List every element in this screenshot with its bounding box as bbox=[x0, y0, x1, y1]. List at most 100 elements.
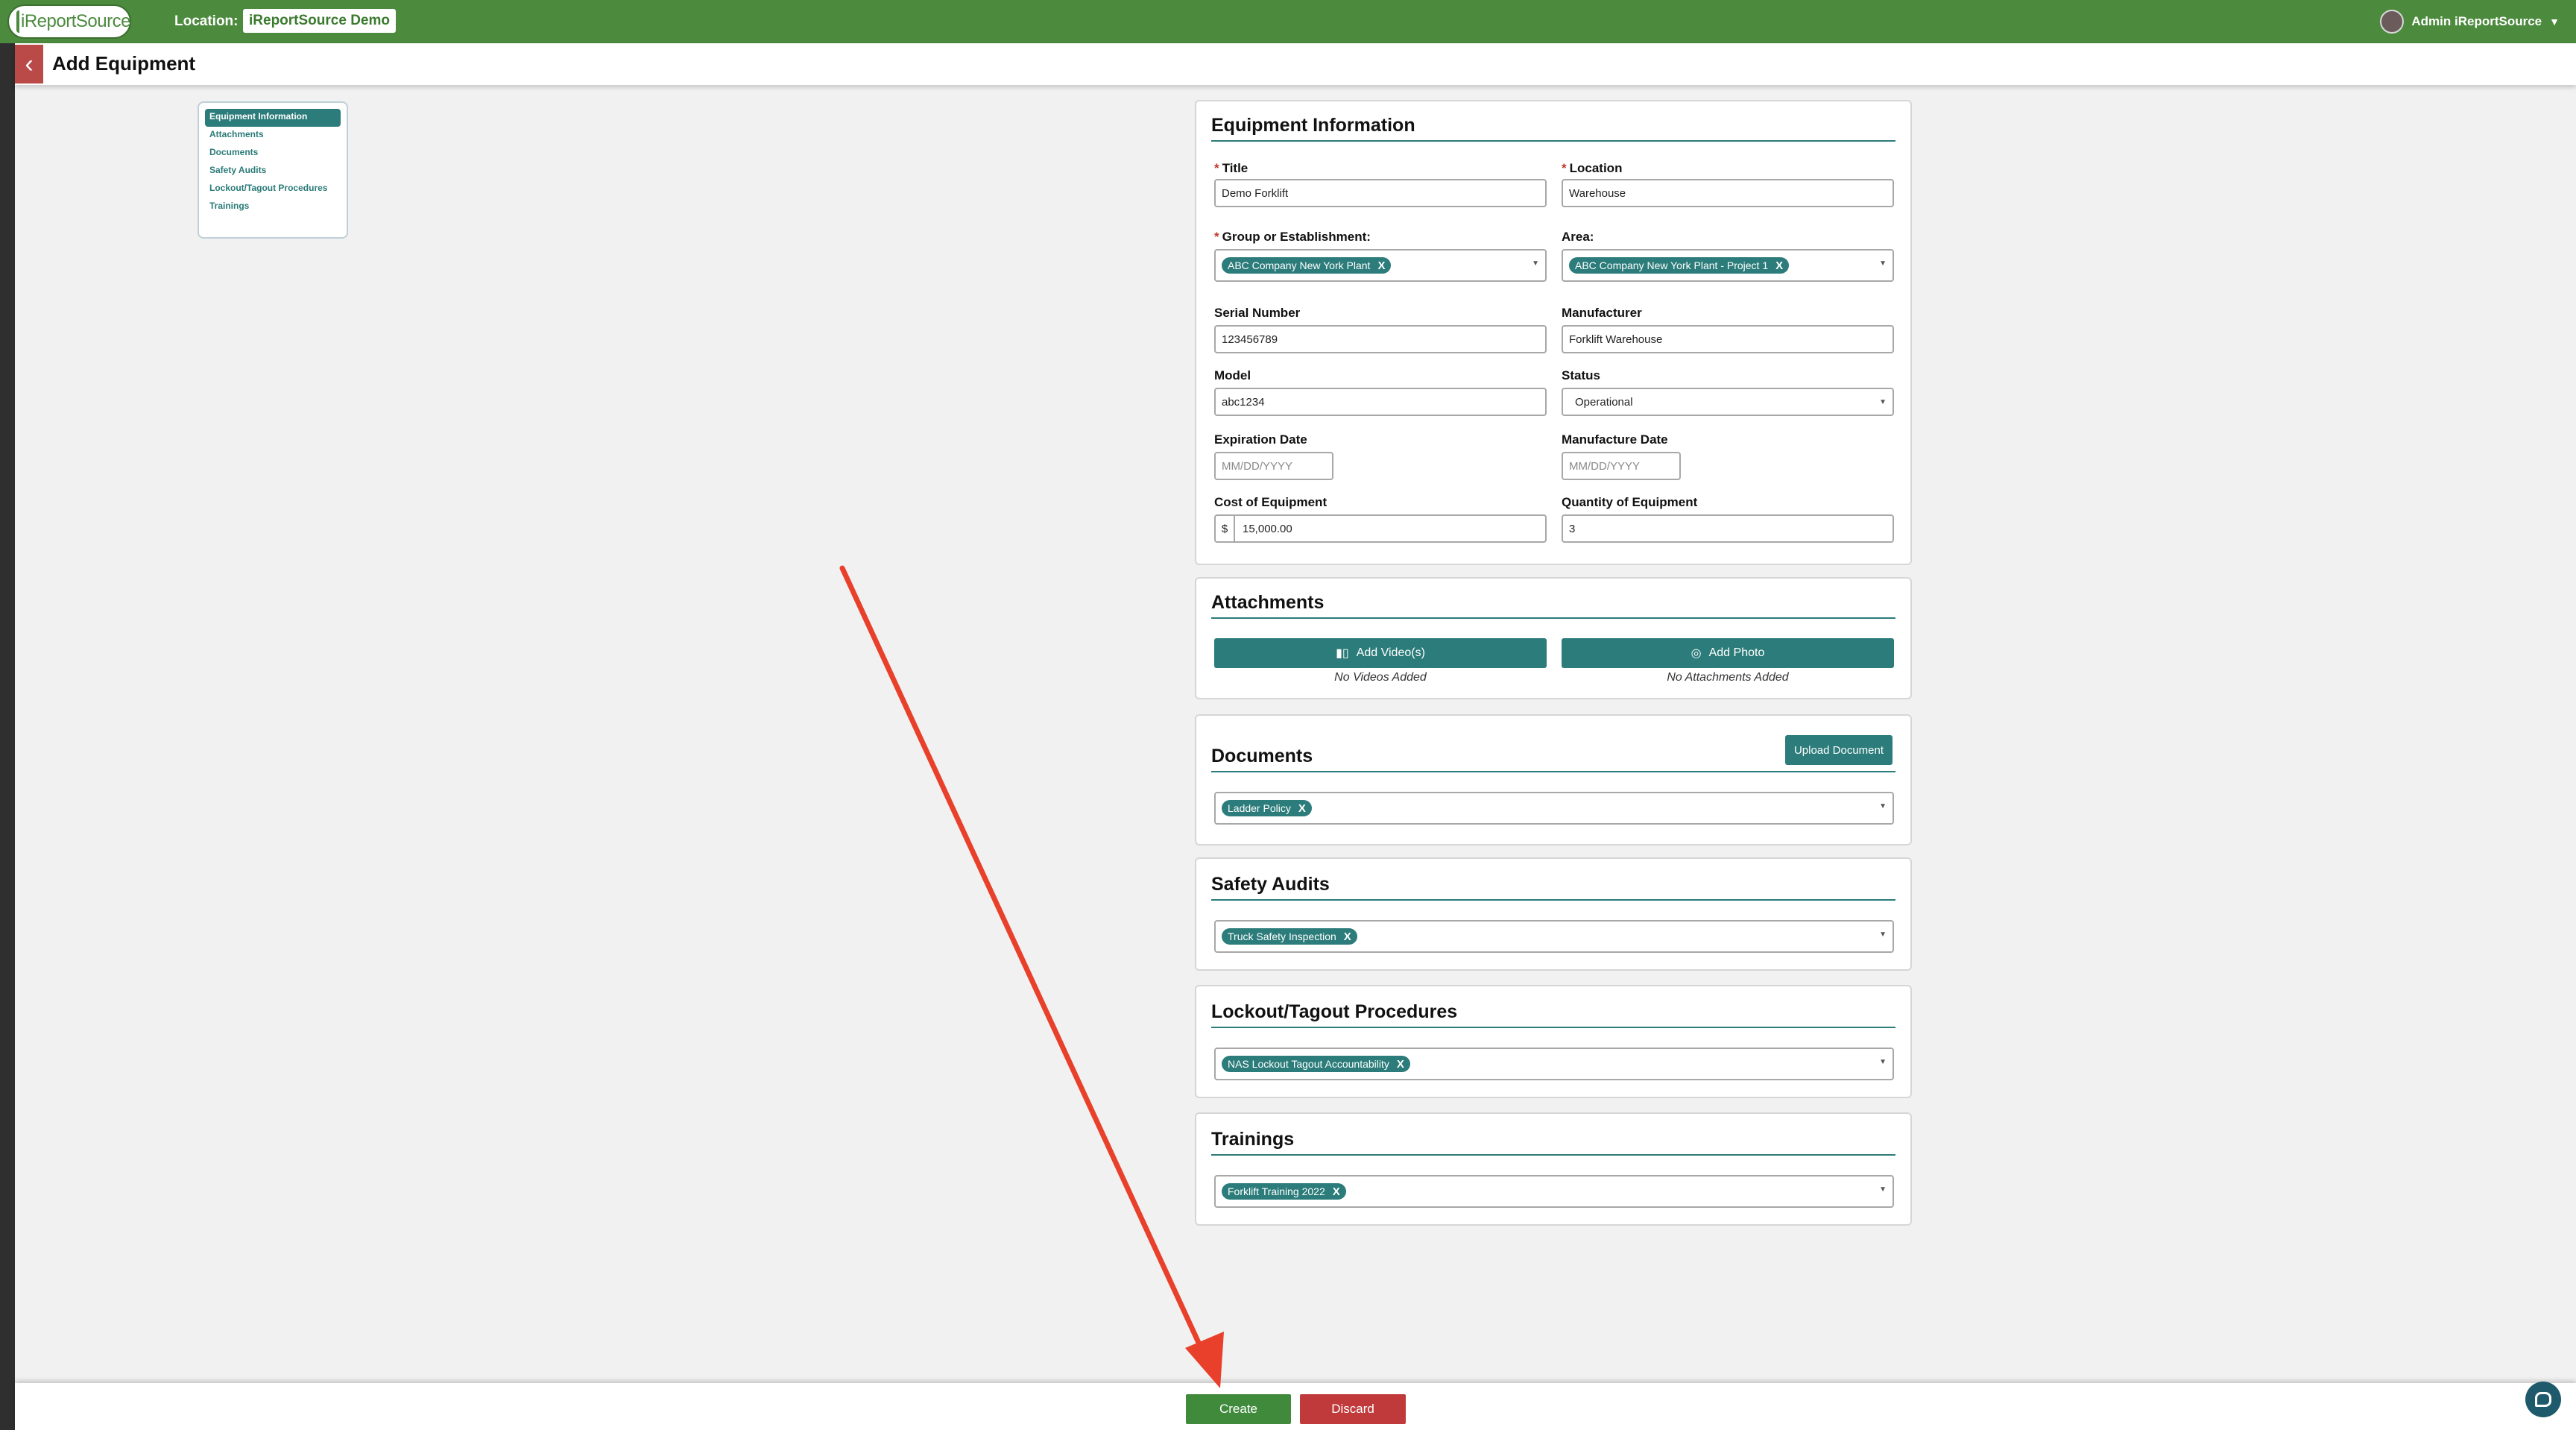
remove-chip-button[interactable]: X bbox=[1397, 1058, 1404, 1071]
selected-chip: NAS Lockout Tagout Accountability X bbox=[1222, 1056, 1410, 1072]
chevron-down-icon: ▼ bbox=[1879, 398, 1887, 406]
chevron-down-icon: ▼ bbox=[1879, 1185, 1887, 1194]
chevron-down-icon: ▼ bbox=[1532, 259, 1539, 268]
manufacturer-input[interactable]: Forklift Warehouse bbox=[1562, 325, 1894, 353]
area-select[interactable]: ABC Company New York Plant - Project 1X … bbox=[1562, 249, 1894, 282]
selected-chip: ABC Company New York Plant X bbox=[1222, 257, 1392, 274]
chevron-down-icon: ▼ bbox=[1879, 1058, 1887, 1066]
remove-chip-button[interactable]: X bbox=[1298, 802, 1306, 815]
section-divider bbox=[1211, 617, 1895, 619]
cost-input[interactable]: $ 15,000.00 bbox=[1214, 514, 1547, 543]
manufacture-date-input[interactable]: MM/DD/YYYY bbox=[1562, 452, 1681, 480]
title-input[interactable]: Demo Forklift bbox=[1214, 179, 1547, 207]
add-video-button[interactable]: ▮▯ Add Video(s) bbox=[1214, 638, 1547, 668]
user-menu[interactable]: Admin iReportSource ▼ bbox=[2380, 9, 2560, 34]
back-button[interactable]: ‹ bbox=[15, 45, 43, 84]
left-edge-strip bbox=[0, 0, 15, 1430]
location-selector[interactable]: iReportSource Demo bbox=[243, 9, 396, 33]
chevron-down-icon: ▼ bbox=[1879, 802, 1887, 810]
add-photo-button[interactable]: ◎ Add Photo bbox=[1562, 638, 1894, 668]
quantity-input[interactable]: 3 bbox=[1562, 514, 1894, 543]
equipment-information-card: Equipment Information * Title Demo Forkli… bbox=[1195, 100, 1912, 565]
nav-item-trainings[interactable]: Trainings bbox=[205, 198, 341, 216]
discard-button[interactable]: Discard bbox=[1300, 1394, 1406, 1424]
nav-item-documents[interactable]: Documents bbox=[205, 145, 341, 163]
user-name: Admin iReportSource bbox=[2411, 14, 2542, 28]
page-title: Add Equipment bbox=[52, 52, 196, 75]
upload-document-button[interactable]: Upload Document bbox=[1785, 735, 1892, 765]
lockout-tagout-card: Lockout/Tagout Procedures NAS Lockout Ta… bbox=[1195, 985, 1912, 1098]
serial-number-input[interactable]: 123456789 bbox=[1214, 325, 1547, 353]
status-value: Operational bbox=[1575, 395, 1633, 409]
logo-mark-icon bbox=[16, 10, 19, 33]
group-select[interactable]: ABC Company New York Plant X ▼ bbox=[1214, 249, 1547, 282]
chevron-down-icon: ▼ bbox=[2549, 16, 2560, 28]
lockout-tagout-select[interactable]: NAS Lockout Tagout Accountability X ▼ bbox=[1214, 1048, 1894, 1080]
video-icon: ▮▯ bbox=[1336, 647, 1349, 660]
model-label: Model bbox=[1214, 368, 1251, 382]
section-divider bbox=[1211, 771, 1895, 772]
documents-select[interactable]: Ladder Policy X ▼ bbox=[1214, 792, 1894, 825]
section-title: Lockout/Tagout Procedures bbox=[1211, 1001, 1458, 1022]
status-select[interactable]: Operational ▼ bbox=[1562, 388, 1894, 416]
location-input[interactable]: Warehouse bbox=[1562, 179, 1894, 207]
safety-audits-select[interactable]: Truck Safety Inspection X ▼ bbox=[1214, 920, 1894, 953]
area-label: Area: bbox=[1562, 230, 1594, 244]
model-input[interactable]: abc1234 bbox=[1214, 388, 1547, 416]
selected-chip: ABC Company New York Plant - Project 1X bbox=[1569, 257, 1790, 274]
documents-card: Upload Document Documents Ladder Policy X… bbox=[1195, 714, 1912, 845]
chevron-left-icon: ‹ bbox=[25, 49, 34, 78]
section-title: Safety Audits bbox=[1211, 874, 1330, 895]
page-header: ‹ Add Equipment bbox=[15, 43, 2576, 85]
section-divider bbox=[1211, 899, 1895, 901]
section-title: Trainings bbox=[1211, 1129, 1295, 1150]
remove-chip-button[interactable]: X bbox=[1344, 930, 1351, 943]
logo-text: iReportSource bbox=[21, 11, 130, 31]
location-label: Location: bbox=[174, 13, 239, 29]
expiration-date-label: Expiration Date bbox=[1214, 432, 1307, 447]
selected-chip: Truck Safety Inspection X bbox=[1222, 928, 1357, 945]
top-navbar: iReportSource Location: iReportSource De… bbox=[0, 0, 2576, 43]
nav-item-attachments[interactable]: Attachments bbox=[205, 127, 341, 145]
chevron-down-icon: ▼ bbox=[1879, 259, 1887, 268]
chat-button[interactable] bbox=[2525, 1382, 2561, 1417]
nav-item-equipment-information[interactable]: Equipment Information bbox=[205, 109, 341, 127]
section-title: Documents bbox=[1211, 746, 1313, 766]
camera-icon: ◎ bbox=[1690, 647, 1702, 660]
status-label: Status bbox=[1562, 368, 1600, 382]
group-label: * Group or Establishment: bbox=[1214, 230, 1371, 244]
nav-item-safety-audits[interactable]: Safety Audits bbox=[205, 163, 341, 180]
create-button[interactable]: Create bbox=[1186, 1394, 1291, 1424]
remove-chip-button[interactable]: X bbox=[1377, 259, 1385, 272]
attachments-empty-text: No Attachments Added bbox=[1667, 671, 1789, 684]
currency-prefix: $ bbox=[1216, 516, 1235, 541]
title-label: * Title bbox=[1214, 161, 1248, 175]
chat-bubble-icon bbox=[2535, 1392, 2551, 1407]
safety-audits-card: Safety Audits Truck Safety Inspection X ▼ bbox=[1195, 857, 1912, 971]
app-logo[interactable]: iReportSource bbox=[7, 4, 131, 39]
avatar bbox=[2380, 10, 2405, 34]
cost-value: 15,000.00 bbox=[1243, 522, 1292, 535]
trainings-select[interactable]: Forklift Training 2022 X ▼ bbox=[1214, 1175, 1894, 1208]
videos-empty-text: No Videos Added bbox=[1334, 671, 1427, 684]
section-navigation: Equipment Information Attachments Docume… bbox=[198, 101, 348, 239]
expiration-date-input[interactable]: MM/DD/YYYY bbox=[1214, 452, 1333, 480]
section-title: Equipment Information bbox=[1211, 115, 1415, 136]
nav-item-lockout-tagout[interactable]: Lockout/Tagout Procedures bbox=[205, 180, 341, 198]
cost-label: Cost of Equipment bbox=[1214, 495, 1328, 509]
serial-number-label: Serial Number bbox=[1214, 306, 1301, 320]
section-divider bbox=[1211, 1027, 1895, 1028]
trainings-card: Trainings Forklift Training 2022 X ▼ bbox=[1195, 1112, 1912, 1226]
selected-chip: Forklift Training 2022 X bbox=[1222, 1183, 1346, 1200]
remove-chip-button[interactable]: X bbox=[1333, 1185, 1340, 1198]
location-field-label: * Location bbox=[1562, 161, 1623, 175]
section-divider bbox=[1211, 140, 1895, 142]
attachments-card: Attachments ▮▯ Add Video(s) No Videos Add… bbox=[1195, 577, 1912, 699]
remove-chip-button[interactable]: X bbox=[1775, 259, 1783, 272]
quantity-label: Quantity of Equipment bbox=[1562, 495, 1698, 509]
action-footer bbox=[15, 1383, 2576, 1430]
section-title: Attachments bbox=[1211, 592, 1325, 613]
manufacturer-label: Manufacturer bbox=[1562, 306, 1642, 320]
section-divider bbox=[1211, 1154, 1895, 1156]
selected-chip: Ladder Policy X bbox=[1222, 800, 1312, 816]
